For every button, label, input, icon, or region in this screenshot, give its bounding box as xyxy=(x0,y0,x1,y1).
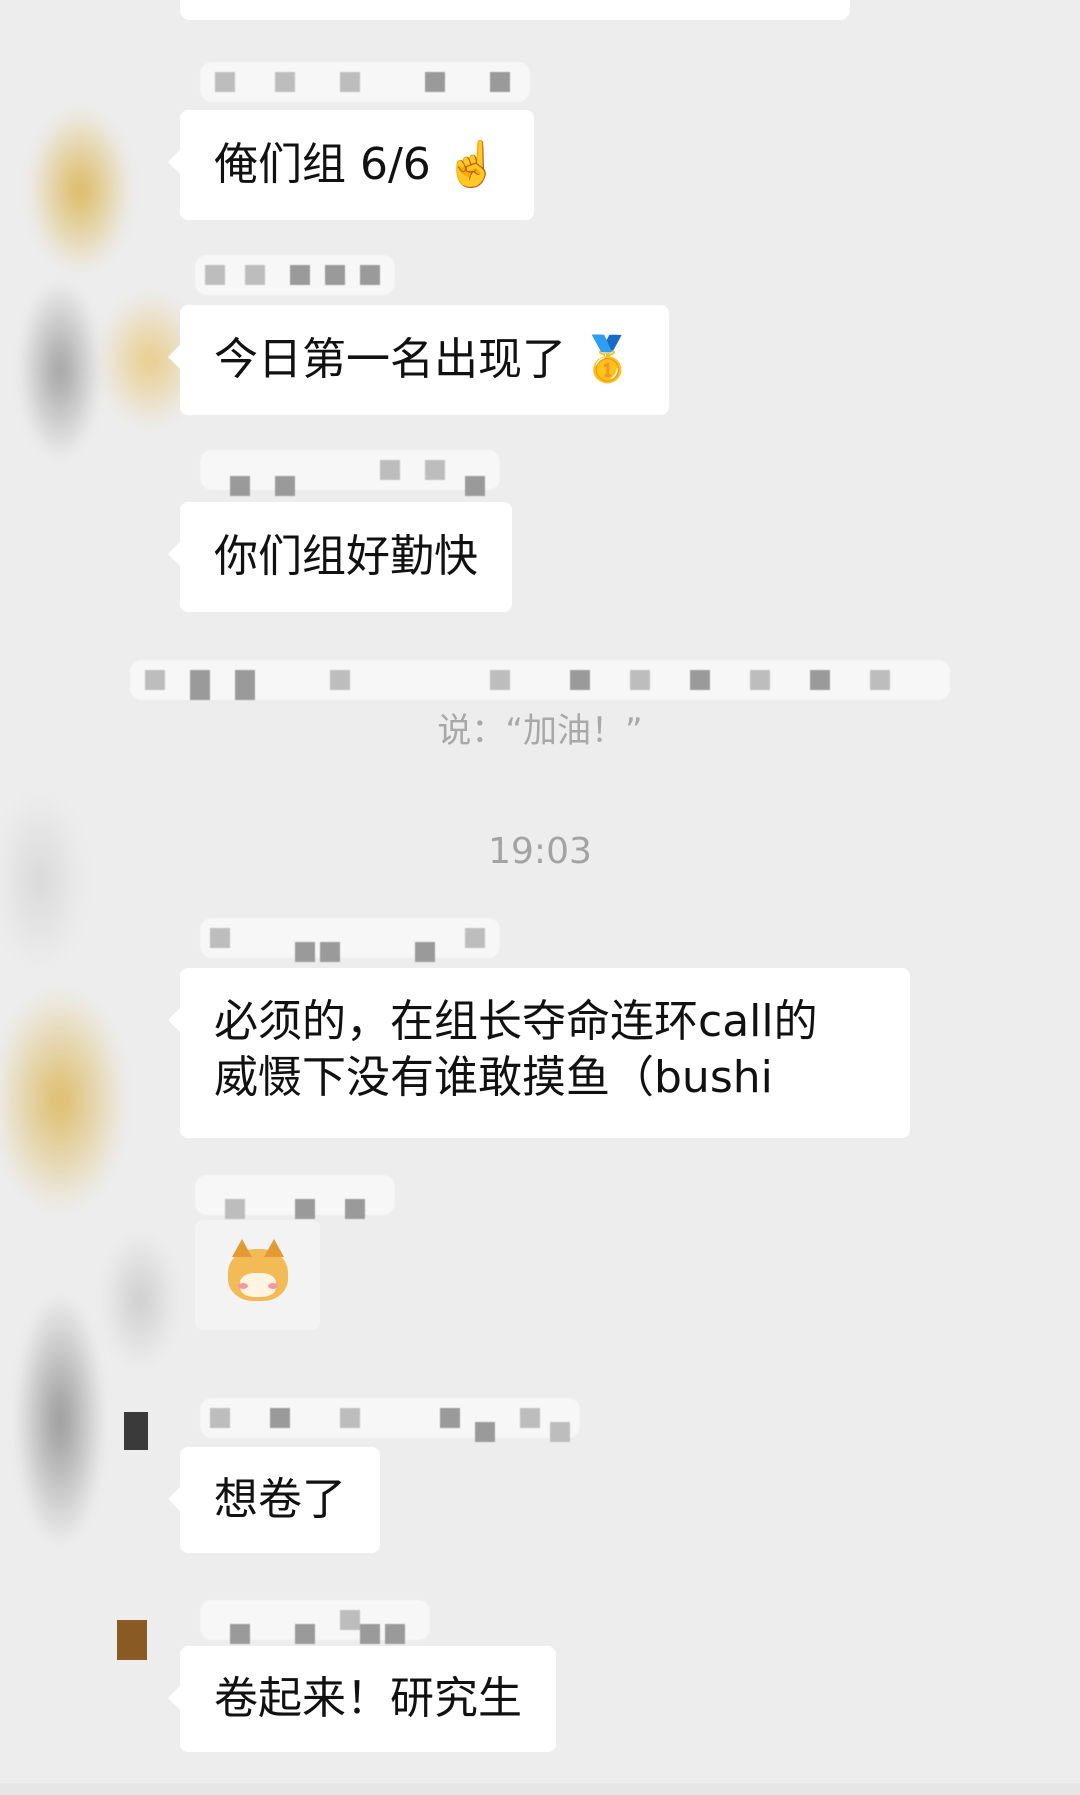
blurred-avatars xyxy=(0,0,190,1795)
previous-message-bubble[interactable] xyxy=(180,0,850,20)
sender-name-blurred xyxy=(200,62,530,102)
system-message: 说：“加油！” xyxy=(437,711,643,751)
message-text: 你们组好勤快 xyxy=(214,531,478,582)
message-text-line: 威慑下没有谁敢摸鱼（bushi xyxy=(214,1052,773,1103)
message-bubble[interactable]: 俺们组 6/6 ☝️ xyxy=(168,110,534,220)
cat-sticker-icon xyxy=(227,1239,288,1301)
sender-name-blurred xyxy=(200,1600,430,1644)
sender-name-blurred xyxy=(195,1175,395,1219)
pointing-up-emoji-icon: ☝️ xyxy=(444,139,500,190)
message-bubble[interactable]: 你们组好勤快 xyxy=(168,502,512,612)
avatar-fragment xyxy=(124,1412,148,1450)
gold-medal-emoji-icon: 🥇 xyxy=(580,334,635,385)
timestamp: 19:03 xyxy=(488,831,592,872)
message-text: 卷起来！研究生 xyxy=(214,1673,522,1724)
message-text: 俺们组 6/6 xyxy=(214,139,431,190)
sender-name-blurred xyxy=(200,450,500,496)
system-name-blurred xyxy=(130,660,950,700)
message-bubble[interactable]: 必须的，在组长夺命连环call的 威慑下没有谁敢摸鱼（bushi xyxy=(168,968,910,1138)
bottom-edge xyxy=(0,1783,1080,1795)
sticker-message[interactable] xyxy=(195,1220,320,1330)
message-bubble[interactable]: 卷起来！研究生 xyxy=(168,1646,556,1752)
sender-name-blurred xyxy=(200,918,500,962)
sender-name-blurred xyxy=(200,1398,580,1442)
message-bubble[interactable]: 想卷了 xyxy=(168,1447,380,1553)
avatar-fragment xyxy=(117,1620,147,1660)
message-text-line: 必须的，在组长夺命连环call的 xyxy=(214,996,818,1047)
message-bubble[interactable]: 今日第一名出现了 🥇 xyxy=(168,305,669,415)
message-text: 想卷了 xyxy=(214,1474,346,1525)
message-text: 今日第一名出现了 xyxy=(214,334,566,385)
chat-view: 俺们组 6/6 ☝️ 今日第一名出现了 🥇 你们组好勤快 说：“加油！” 19:… xyxy=(0,0,1080,1795)
sender-name-blurred xyxy=(195,255,395,295)
